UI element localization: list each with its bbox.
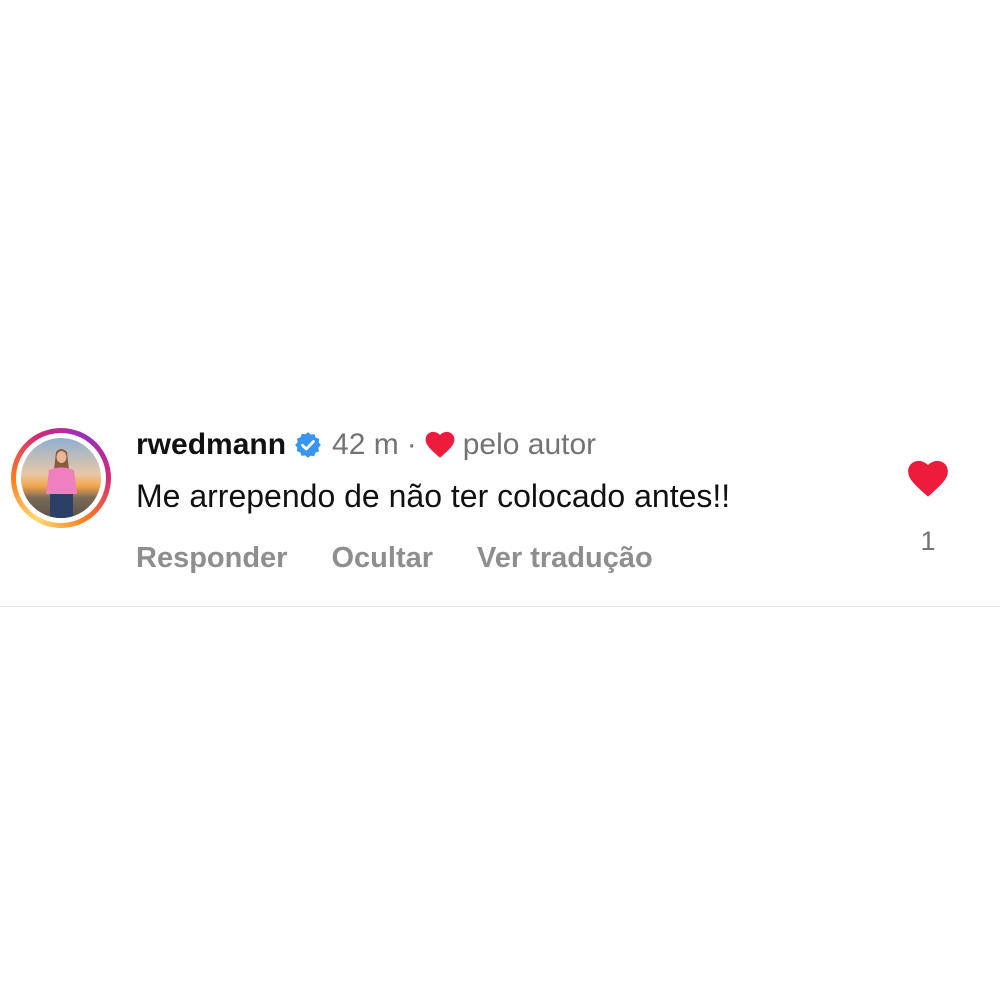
- divider: [0, 606, 1000, 607]
- like-column: 1: [904, 460, 952, 557]
- meta-separator: ·: [406, 428, 417, 461]
- comment-actions: Responder Ocultar Ver tradução: [136, 528, 896, 588]
- avatar-photo: [21, 438, 101, 518]
- see-translation-button[interactable]: Ver tradução: [477, 542, 653, 575]
- heart-icon: [425, 431, 455, 459]
- liked-by-author-label: pelo autor: [462, 428, 597, 461]
- verified-badge-icon: [294, 431, 322, 459]
- comment-content: rwedmann 42 m · pelo autor Me arrependo …: [136, 420, 896, 588]
- avatar-ring-gap: [16, 433, 106, 523]
- like-count: 1: [920, 526, 936, 556]
- avatar-story-ring[interactable]: [11, 428, 111, 528]
- comment-item: rwedmann 42 m · pelo autor Me arrependo …: [0, 420, 1000, 574]
- avatar[interactable]: [21, 438, 101, 518]
- username-link[interactable]: rwedmann: [136, 428, 286, 462]
- comment-text: Me arrependo de não ter colocado antes!!: [136, 478, 731, 514]
- like-heart-icon[interactable]: [907, 460, 949, 498]
- comment-timestamp: 42 m: [332, 428, 399, 461]
- reply-button[interactable]: Responder: [136, 542, 287, 575]
- comment-meta: rwedmann 42 m · pelo autor: [136, 420, 896, 470]
- hide-button[interactable]: Ocultar: [331, 542, 433, 575]
